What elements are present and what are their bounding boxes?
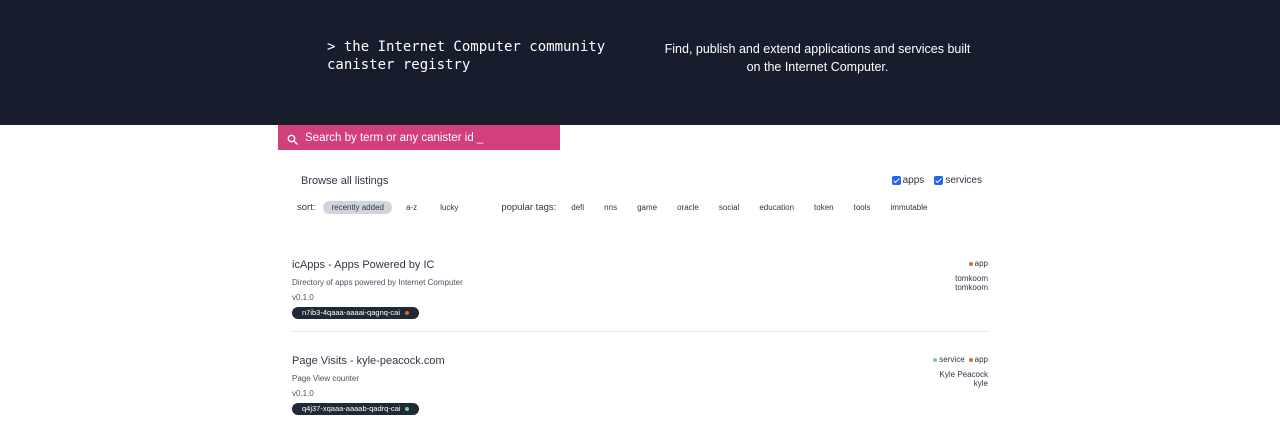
tag-defi[interactable]: defi [563, 201, 592, 214]
status-dot-icon [405, 310, 409, 315]
type-label: app [974, 259, 988, 268]
type-filters: apps services [891, 175, 982, 186]
listing-types: app [955, 259, 988, 268]
tag-oracle[interactable]: oracle [669, 201, 707, 214]
filter-apps[interactable]: apps [891, 175, 925, 186]
sort-row: sort: recently added a-z lucky popular t… [297, 201, 939, 214]
tag-immutable[interactable]: immutable [883, 201, 936, 214]
hero-tagline: > the Internet Computer community canist… [327, 39, 606, 73]
listing-title[interactable]: Page Visits - kyle-peacock.com [292, 355, 988, 367]
sort-recently-added[interactable]: recently added [323, 201, 392, 214]
listing-description: Page View counter [292, 374, 360, 383]
popular-tags-label: popular tags: [501, 202, 557, 213]
filter-apps-label: apps [902, 175, 925, 186]
services-checkbox[interactable] [934, 176, 944, 185]
browse-title: Browse all listings [301, 175, 389, 187]
canister-id: q4j37-xqaaa-aaaab-qadrq-cai [302, 404, 401, 413]
listing-description: Directory of apps powered by Internet Co… [292, 278, 463, 287]
search-icon [287, 132, 298, 145]
listing-types: service app [933, 355, 988, 364]
listing-divider [292, 331, 988, 332]
tag-token[interactable]: token [806, 201, 842, 214]
service-dot-icon [933, 357, 938, 362]
tag-social[interactable]: social [711, 201, 747, 214]
tag-nns[interactable]: nns [596, 201, 625, 214]
listing-version: v0.1.0 [292, 293, 314, 302]
app-dot-icon [968, 357, 973, 362]
listing-handle[interactable]: tomkoom [955, 283, 988, 292]
status-dot-icon [405, 406, 410, 411]
sort-lucky[interactable]: lucky [432, 201, 466, 214]
listing-card[interactable]: Page Visits - kyle-peacock.com Page View… [292, 355, 988, 416]
listing-title[interactable]: icApps - Apps Powered by IC [292, 259, 988, 271]
tag-education[interactable]: education [751, 201, 802, 214]
type-label: app [974, 355, 988, 364]
sort-label: sort: [297, 202, 316, 213]
search-input[interactable] [305, 131, 545, 144]
type-badge-service: service [933, 355, 965, 364]
listing-meta: service app Kyle Peacock kyle [933, 355, 988, 388]
canister-id-pill[interactable]: n7ib3-4qaaa-aaaai-qagnq-cai [292, 306, 419, 319]
type-badge-app: app [968, 259, 988, 268]
filter-services-label: services [945, 175, 982, 186]
type-label: service [939, 355, 965, 364]
canister-id-pill[interactable]: q4j37-xqaaa-aaaab-qadrq-cai [292, 402, 420, 415]
tag-game[interactable]: game [629, 201, 665, 214]
listing-meta: app tomkoom tomkoom [955, 259, 988, 292]
listing-card[interactable]: icApps - Apps Powered by IC Directory of… [292, 259, 988, 320]
listing-handle[interactable]: kyle [933, 379, 988, 388]
sort-a-z[interactable]: a-z [398, 201, 425, 214]
apps-checkbox[interactable] [891, 176, 901, 185]
listing-version: v0.1.0 [292, 389, 314, 398]
tag-tools[interactable]: tools [846, 201, 879, 214]
canister-id: n7ib3-4qaaa-aaaai-qagnq-cai [302, 308, 400, 317]
app-dot-icon [968, 261, 973, 266]
hero-description: Find, publish and extend applications an… [664, 42, 971, 74]
listing-author[interactable]: tomkoom [955, 274, 988, 283]
hero-banner: > the Internet Computer community canist… [0, 0, 1280, 125]
search-bar[interactable] [278, 125, 560, 150]
listing-author[interactable]: Kyle Peacock [933, 370, 988, 379]
filter-services[interactable]: services [934, 175, 982, 186]
type-badge-app: app [968, 355, 988, 364]
